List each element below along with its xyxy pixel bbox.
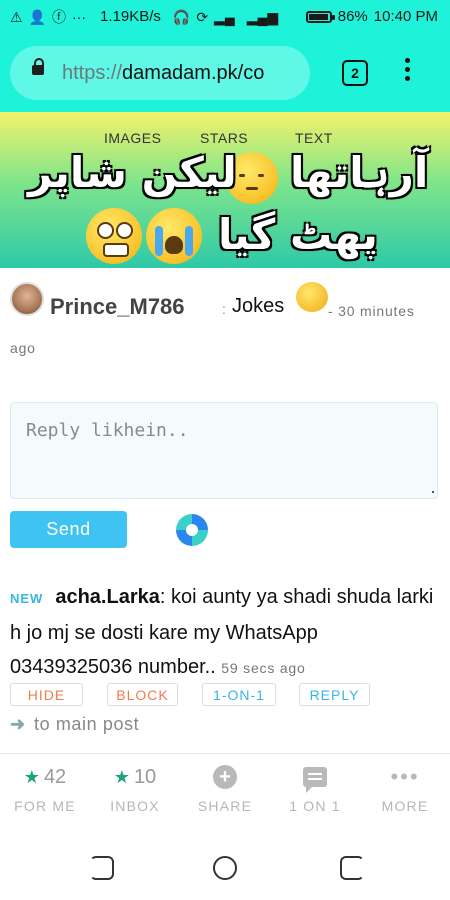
banner-tab-text[interactable]: TEXT bbox=[295, 130, 333, 146]
post-banner-image[interactable]: IMAGES STARS TEXT آرہاتھا لیکن شاپر پھٹ … bbox=[0, 112, 450, 268]
back-icon[interactable] bbox=[90, 856, 114, 880]
shocked-face-emoji-icon bbox=[86, 208, 142, 264]
url-text[interactable]: https://damadam.pk/co bbox=[62, 62, 308, 85]
bottom-nav: ★ 42 FOR ME ★ 10 INBOX + SHARE 1 ON 1 ••• … bbox=[0, 753, 450, 835]
one-on-one-button[interactable]: 1-ON-1 bbox=[202, 683, 276, 706]
battery-percent: 86% bbox=[337, 8, 368, 25]
banner-tab-images[interactable]: IMAGES bbox=[104, 130, 161, 146]
status-right: 86% 10:40 PM bbox=[305, 8, 438, 25]
url-domain: damadam.pk/co bbox=[122, 62, 265, 84]
avatar[interactable] bbox=[10, 282, 44, 316]
banner-text-line1b: لیکن شاپر bbox=[28, 148, 237, 197]
nav-one-on-one-label: 1 ON 1 bbox=[289, 798, 341, 814]
comment-actions: HIDE BLOCK 1-ON-1 REPLY bbox=[10, 683, 440, 707]
arrow-right-icon: ➜ bbox=[10, 714, 26, 734]
nav-more[interactable]: ••• MORE bbox=[360, 764, 450, 814]
status-left: ⚠ 👤 ⓕ ··· 1.19KB/s 🎧 ⟳ ▂▄ ▂▄▆ bbox=[10, 8, 278, 25]
headphones-icon: 🎧 bbox=[172, 8, 191, 25]
resize-handle-icon[interactable] bbox=[432, 491, 434, 493]
url-protocol: https:// bbox=[62, 62, 123, 84]
banner-text-line1: آرہاتھا bbox=[290, 148, 429, 197]
clock: 10:40 PM bbox=[373, 8, 438, 25]
comment-item: NEW acha.Larka: koi aunty ya shadi shuda … bbox=[10, 580, 440, 685]
banner-text-line2: پھٹ گیا bbox=[218, 210, 378, 259]
browser-toolbar: https://damadam.pk/co 2 bbox=[0, 34, 450, 112]
nav-for-me-label: FOR ME bbox=[14, 798, 76, 814]
block-button[interactable]: BLOCK bbox=[107, 683, 178, 706]
browser-menu-icon[interactable] bbox=[404, 58, 412, 85]
nav-one-on-one[interactable]: 1 ON 1 bbox=[270, 764, 360, 814]
post-separator: : bbox=[222, 301, 226, 317]
reply-input[interactable]: Reply likhein.. bbox=[10, 402, 438, 499]
hide-button[interactable]: HIDE bbox=[10, 683, 83, 706]
post-time-suffix: ago bbox=[10, 340, 36, 356]
person-add-icon: 👤 bbox=[28, 8, 46, 25]
for-me-count: 42 bbox=[43, 765, 67, 788]
home-icon[interactable] bbox=[213, 856, 237, 880]
loading-spinner-icon bbox=[176, 514, 208, 546]
hush-face-emoji-icon bbox=[296, 282, 328, 312]
alert-icon: ⚠ bbox=[10, 8, 23, 25]
signal-icon: ▂▄ bbox=[214, 8, 235, 25]
send-button[interactable]: Send bbox=[10, 511, 127, 548]
chat-icon bbox=[303, 767, 327, 793]
nav-inbox-label: INBOX bbox=[110, 798, 160, 814]
lock-icon bbox=[32, 58, 44, 75]
crying-face-emoji-icon bbox=[146, 208, 202, 264]
address-bar[interactable]: https://damadam.pk/co bbox=[10, 46, 310, 100]
inbox-count: 10 bbox=[133, 765, 157, 788]
post-time: - 30 minutes bbox=[328, 303, 415, 319]
post-topic[interactable]: Jokes bbox=[232, 295, 284, 318]
nav-more-label: MORE bbox=[381, 798, 429, 814]
nav-inbox[interactable]: ★ 10 INBOX bbox=[90, 764, 180, 815]
more-dots-icon: ••• bbox=[390, 764, 420, 789]
main-post-link[interactable]: ➜ to main post bbox=[10, 714, 139, 735]
wifi-signal-icon: ▂▄▆ bbox=[246, 8, 279, 25]
comment-time: 59 secs ago bbox=[221, 660, 306, 676]
battery-icon bbox=[305, 10, 335, 23]
star-icon: ★ bbox=[113, 766, 130, 787]
nav-share[interactable]: + SHARE bbox=[180, 764, 270, 814]
rotate-icon: ⟳ bbox=[196, 8, 209, 25]
reply-button[interactable]: REPLY bbox=[299, 683, 370, 706]
tab-switcher-button[interactable]: 2 bbox=[342, 60, 368, 86]
status-bar: ⚠ 👤 ⓕ ··· 1.19KB/s 🎧 ⟳ ▂▄ ▂▄▆ 86% 10:40 … bbox=[0, 0, 450, 34]
system-nav-bar bbox=[0, 834, 450, 900]
nav-share-label: SHARE bbox=[197, 798, 253, 814]
banner-tab-stars[interactable]: STARS bbox=[200, 130, 248, 146]
recent-apps-icon[interactable] bbox=[340, 856, 364, 880]
main-post-link-label: to main post bbox=[34, 714, 140, 734]
new-badge: NEW bbox=[10, 591, 44, 606]
facebook-icon: ⓕ bbox=[52, 8, 66, 25]
add-circle-icon: + bbox=[213, 765, 237, 789]
network-speed: 1.19KB/s bbox=[100, 8, 161, 25]
more-icon: ··· bbox=[72, 8, 86, 25]
reply-placeholder: Reply likhein.. bbox=[26, 420, 189, 441]
post-username[interactable]: Prince_M786 bbox=[50, 294, 185, 320]
comment-author[interactable]: acha.Larka bbox=[55, 586, 160, 608]
star-icon: ★ bbox=[23, 766, 40, 787]
nav-for-me[interactable]: ★ 42 FOR ME bbox=[0, 764, 90, 815]
